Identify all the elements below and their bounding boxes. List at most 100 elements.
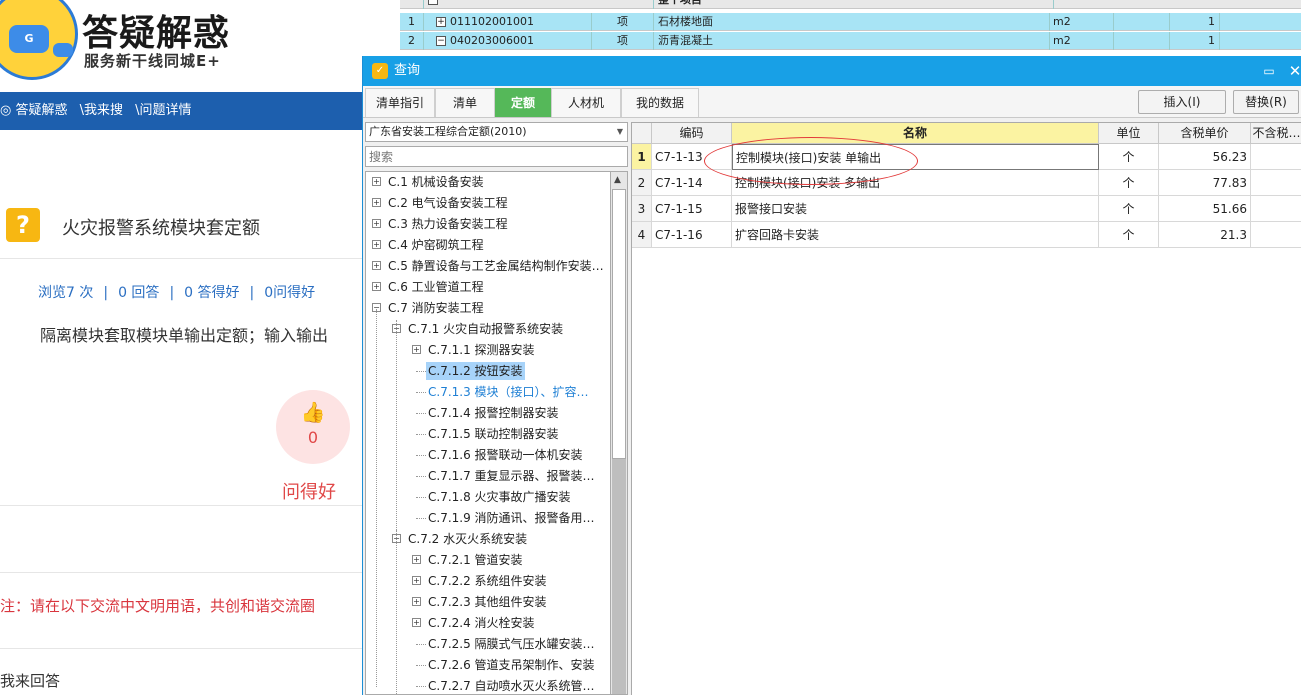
quota-price-without-tax	[1251, 196, 1301, 222]
expand-icon[interactable]: +	[372, 219, 381, 228]
tree-node[interactable]: C.5 静置设备与工艺金属结构制作安装…	[386, 257, 606, 275]
breadcrumb: ◎ 答疑解惑 \我来搜 \问题详情	[0, 92, 362, 130]
row-index: 3	[632, 196, 652, 222]
tree-node[interactable]: C.7.2.6 管道支吊架制作、安装	[426, 656, 597, 674]
tree-scrollbar[interactable]: ▲	[611, 171, 628, 695]
tab-quota[interactable]: 定额	[495, 88, 551, 117]
quota-unit: 个	[1099, 196, 1159, 222]
column-header-name[interactable]: 名称	[732, 123, 1099, 144]
tree-node[interactable]: C.7.2.7 自动喷水灭火系统管…	[426, 677, 597, 694]
quota-code: C7-1-15	[652, 196, 732, 222]
chevron-down-icon: ▼	[616, 127, 623, 136]
quota-unit: 个	[1099, 144, 1159, 170]
column-header-price-with-tax[interactable]: 含税单价	[1159, 123, 1251, 144]
tree-node[interactable]: C.7.1.7 重复显示器、报警装…	[426, 467, 597, 485]
search-input[interactable]	[365, 146, 628, 167]
expand-icon[interactable]: +	[412, 555, 421, 564]
good-questions-count: 0问得好	[264, 285, 316, 301]
expand-icon[interactable]: +	[372, 240, 381, 249]
brand-subtitle: 服务新干线同城E+	[84, 52, 221, 70]
tree-node[interactable]: C.7.1.4 报警控制器安装	[426, 404, 561, 422]
quota-code: C7-1-14	[652, 170, 732, 196]
expand-icon[interactable]: +	[412, 618, 421, 627]
insert-button[interactable]: 插入(I)	[1138, 90, 1226, 114]
tree-node[interactable]: C.7.2.1 管道安装	[426, 551, 525, 569]
tree-node[interactable]: C.7.1 火灾自动报警系统安装	[406, 320, 565, 338]
quota-code: C7-1-13	[652, 144, 732, 170]
quota-name[interactable]: 报警接口安装	[732, 196, 1099, 222]
expand-toggle-icon[interactable]: +	[436, 17, 446, 27]
divider	[0, 505, 362, 506]
tree-node[interactable]: C.7.2.5 隔膜式气压水罐安装…	[426, 635, 597, 653]
expand-icon[interactable]: +	[372, 177, 381, 186]
quota-name[interactable]: 控制模块(接口)安装 单输出	[732, 144, 1099, 170]
divider	[0, 648, 362, 649]
quota-grid: 编码 名称 单位 含税单价 不含税… 1 C7-1-13 控制模块(接口)安装 单输…	[631, 122, 1301, 695]
tree-node[interactable]: C.7.1.3 模块（接口）、扩容…	[426, 383, 591, 401]
like-button[interactable]: 👍 0	[276, 390, 350, 464]
dialog-titlebar[interactable]: ✓ 查询 ▭ ✕	[363, 56, 1301, 86]
replace-button[interactable]: 替换(R)	[1233, 90, 1299, 114]
tree-node[interactable]: C.7.1.5 联动控制器安装	[426, 425, 561, 443]
tree-node[interactable]: C.2 电气设备安装工程	[386, 194, 510, 212]
tree-node[interactable]: C.7.2.3 其他组件安装	[426, 593, 549, 611]
quota-library-select[interactable]: 广东省安装工程综合定额(2010) ▼	[365, 122, 628, 142]
quota-library-value: 广东省安装工程综合定额(2010)	[369, 125, 527, 138]
expand-icon[interactable]: +	[372, 261, 381, 270]
collapse-toggle-icon[interactable]: −	[436, 36, 446, 46]
tree-node[interactable]: C.3 热力设备安装工程	[386, 215, 510, 233]
tree-node[interactable]: C.7.1.9 消防通讯、报警备用…	[426, 509, 597, 527]
quota-tree: + C.1 机械设备安装 + C.2 电气设备安装工程 + C.3 热力设备安装工程 + C.…	[365, 171, 611, 695]
maximize-icon[interactable]: ▭	[1261, 56, 1277, 86]
tree-node[interactable]: C.7.1.1 探测器安装	[426, 341, 537, 359]
quota-price-without-tax	[1251, 144, 1301, 170]
like-label: 问得好	[282, 482, 336, 503]
quota-name[interactable]: 扩容回路卡安装	[732, 222, 1099, 248]
dialog-tabbar: 清单指引 清单 定额 人材机 我的数据 插入(I) 替换(R)	[363, 86, 1301, 118]
quota-name[interactable]: 控制模块(接口)安装 多输出	[732, 170, 1099, 196]
tab-my-data[interactable]: 我的数据	[621, 88, 699, 117]
row-index: 4	[632, 222, 652, 248]
expand-icon[interactable]: +	[412, 345, 421, 354]
tree-node[interactable]: C.1 机械设备安装	[386, 173, 486, 191]
question-icon: ?	[6, 208, 40, 242]
views-count: 浏览7 次	[38, 285, 94, 301]
tree-node[interactable]: C.6 工业管道工程	[386, 278, 486, 296]
close-icon[interactable]: ✕	[1287, 56, 1301, 86]
table-row[interactable]: 1 +011102001001 项 石材楼地面 m2 1	[400, 13, 1301, 31]
web-page: G 答疑解惑 服务新干线同城E+ ◎ 答疑解惑 \我来搜 \问题详情 ? 火灾报…	[0, 0, 362, 695]
project-header-label: 整个项目	[654, 0, 1054, 9]
scroll-up-icon[interactable]: ▲	[614, 175, 621, 185]
tree-node[interactable]: C.7.2.2 系统组件安装	[426, 572, 549, 590]
expand-icon[interactable]: +	[412, 597, 421, 606]
quota-price-with-tax: 51.66	[1159, 196, 1251, 222]
question-body: 隔离模块套取模块单输出定额；输入输出	[40, 326, 329, 345]
column-header-code[interactable]: 编码	[652, 123, 732, 144]
tree-node[interactable]: C.7.2 水灭火系统安装	[406, 530, 529, 548]
answers-count: 0 回答	[118, 285, 160, 301]
expand-icon[interactable]: +	[372, 198, 381, 207]
tree-node[interactable]: C.7.1.6 报警联动一体机安装	[426, 446, 585, 464]
divider	[0, 258, 362, 259]
tab-labor-material-machine[interactable]: 人材机	[551, 88, 621, 117]
tree-node[interactable]: C.7 消防安装工程	[386, 299, 486, 317]
answer-link[interactable]: 我来回答	[0, 670, 60, 691]
breadcrumb-search[interactable]: \我来搜	[80, 103, 123, 118]
dialog-title: 查询	[394, 63, 421, 78]
tab-list-guide[interactable]: 清单指引	[365, 88, 435, 117]
expand-icon[interactable]: +	[412, 576, 421, 585]
expand-icon[interactable]: +	[372, 282, 381, 291]
tree-node[interactable]: C.7.2.4 消火栓安装	[426, 614, 537, 632]
quota-price-without-tax	[1251, 222, 1301, 248]
column-header-unit[interactable]: 单位	[1099, 123, 1159, 144]
scrollbar-thumb[interactable]	[612, 189, 626, 459]
tree-node[interactable]: C.7.1.8 火灾事故广播安装	[426, 488, 573, 506]
tree-node[interactable]: C.7.1.2 按钮安装	[426, 362, 525, 380]
column-header-price-without-tax[interactable]: 不含税…	[1251, 123, 1301, 144]
tree-node[interactable]: C.4 炉窑砌筑工程	[386, 236, 486, 254]
breadcrumb-home[interactable]: ◎ 答疑解惑	[0, 103, 67, 118]
tab-list[interactable]: 清单	[435, 88, 495, 117]
collapse-toggle-icon[interactable]: −	[428, 0, 438, 5]
breadcrumb-detail[interactable]: \问题详情	[135, 103, 191, 118]
table-row[interactable]: 2 −040203006001 项 沥青混凝土 m2 1	[400, 32, 1301, 50]
